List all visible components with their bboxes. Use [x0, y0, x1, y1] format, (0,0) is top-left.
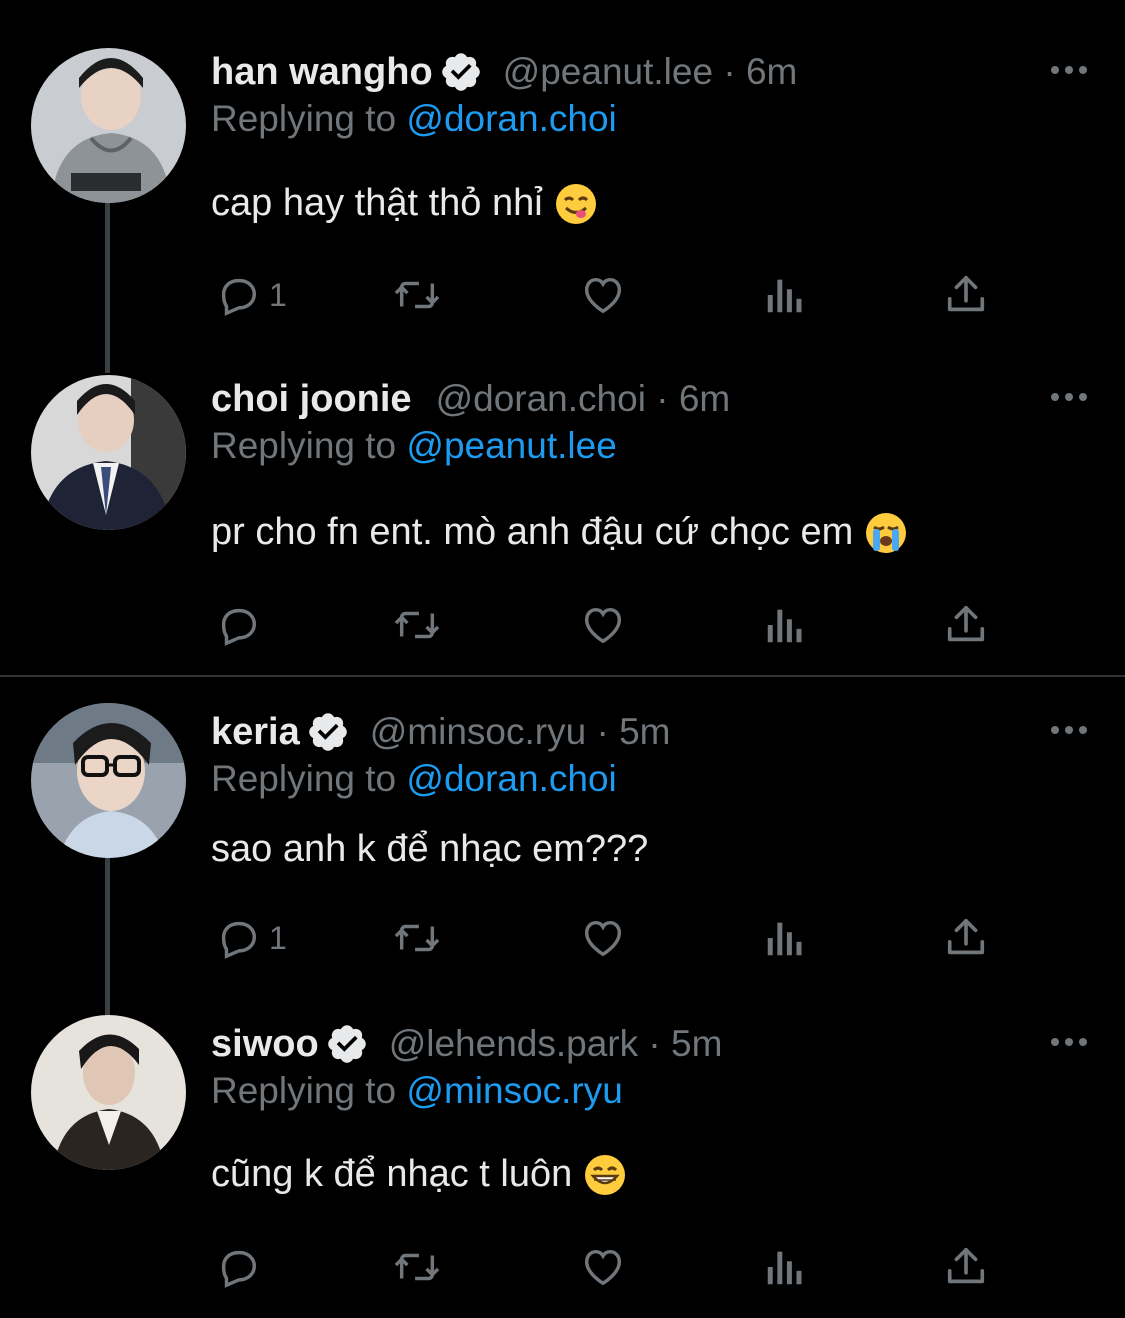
- grinning-face-with-smiling-eyes-icon: [584, 1154, 626, 1196]
- timestamp: 6m: [745, 51, 798, 92]
- action-bar: [211, 1242, 1011, 1292]
- views-icon: [767, 279, 802, 313]
- retweet-icon: [394, 924, 440, 952]
- mention-link[interactable]: @doran.choi: [406, 98, 616, 139]
- more-icon[interactable]: [1049, 58, 1089, 82]
- timestamp: 5m: [671, 1023, 723, 1064]
- reply-button[interactable]: 1: [215, 270, 287, 320]
- heart-icon: [584, 277, 622, 314]
- retweet-button[interactable]: [391, 913, 443, 963]
- verified-badge-icon: [325, 1022, 369, 1066]
- views-icon: [767, 1251, 802, 1285]
- tweet-header: choi joonie @doran.choi · 6m: [211, 375, 730, 423]
- action-bar: [211, 600, 1011, 650]
- share-button[interactable]: [943, 600, 989, 650]
- heart-icon: [584, 607, 622, 644]
- reply-button[interactable]: [215, 1242, 269, 1292]
- share-icon: [947, 918, 985, 955]
- reply-icon: [221, 921, 257, 959]
- retweet-button[interactable]: [391, 600, 443, 650]
- share-button[interactable]: [943, 1242, 989, 1292]
- reply-count: 1: [269, 919, 287, 956]
- avatar[interactable]: [31, 1015, 186, 1170]
- tweet-text: pr cho fn ent. mò anh đậu cứ chọc em: [211, 511, 907, 554]
- verified-badge-icon: [439, 50, 483, 94]
- views-button[interactable]: [763, 270, 807, 320]
- share-button[interactable]: [943, 270, 989, 320]
- share-button[interactable]: [943, 913, 989, 963]
- share-icon: [947, 275, 985, 312]
- timestamp: 6m: [678, 378, 731, 419]
- reply-button[interactable]: [215, 600, 269, 650]
- retweet-button[interactable]: [391, 270, 443, 320]
- retweet-button[interactable]: [391, 1242, 443, 1292]
- replying-to: Replying to @doran.choi: [211, 758, 617, 799]
- reply-count: 1: [269, 276, 287, 313]
- action-bar: 1: [211, 270, 1011, 320]
- thread-line: [105, 858, 110, 1020]
- more-icon[interactable]: [1049, 1030, 1089, 1054]
- tweet-header: siwoo @lehends.park · 5m: [211, 1020, 722, 1068]
- handle[interactable]: @lehends.park · 5m: [389, 1023, 723, 1065]
- handle[interactable]: @peanut.lee · 6m: [503, 51, 798, 93]
- display-name[interactable]: siwoo: [211, 1023, 319, 1066]
- like-button[interactable]: [579, 270, 627, 320]
- thread-line: [105, 203, 110, 373]
- reply-button[interactable]: 1: [215, 913, 287, 963]
- share-icon: [947, 605, 985, 642]
- avatar[interactable]: [31, 703, 186, 858]
- replying-to: Replying to @doran.choi: [211, 98, 617, 139]
- mention-link[interactable]: @doran.choi: [406, 758, 616, 799]
- display-name[interactable]: han wangho: [211, 51, 433, 94]
- tweet-header: keria @minsoc.ryu · 5m: [211, 708, 670, 756]
- handle[interactable]: @minsoc.ryu · 5m: [370, 711, 671, 753]
- loudly-crying-face-icon: [865, 512, 907, 554]
- mention-link[interactable]: @peanut.lee: [406, 425, 616, 466]
- handle[interactable]: @doran.choi · 6m: [436, 378, 731, 420]
- avatar[interactable]: [31, 375, 186, 530]
- tweet-text: cap hay thật thỏ nhỉ: [211, 182, 597, 225]
- display-name[interactable]: choi joonie: [211, 378, 412, 421]
- mention-link[interactable]: @minsoc.ryu: [406, 1070, 622, 1111]
- thread-divider: [0, 675, 1125, 677]
- replying-to: Replying to @peanut.lee: [211, 425, 617, 466]
- views-icon: [767, 922, 802, 956]
- heart-icon: [584, 1249, 622, 1286]
- share-icon: [947, 1247, 985, 1284]
- heart-icon: [584, 920, 622, 957]
- like-button[interactable]: [579, 913, 627, 963]
- views-button[interactable]: [763, 600, 807, 650]
- reply-icon: [221, 278, 257, 316]
- like-button[interactable]: [579, 1242, 627, 1292]
- retweet-icon: [394, 611, 440, 639]
- views-icon: [767, 609, 802, 643]
- reply-icon: [221, 1250, 257, 1288]
- tweet-text: sao anh k để nhạc em???: [211, 828, 649, 870]
- views-button[interactable]: [763, 913, 807, 963]
- reply-icon: [221, 608, 257, 646]
- verified-badge-icon: [306, 710, 350, 754]
- tweet-header: han wangho @peanut.lee · 6m: [211, 48, 797, 96]
- face-savoring-food-icon: [555, 183, 597, 225]
- action-bar: 1: [211, 913, 1011, 963]
- tweet-text: cũng k để nhạc t luôn: [211, 1153, 626, 1196]
- views-button[interactable]: [763, 1242, 807, 1292]
- more-icon[interactable]: [1049, 718, 1089, 742]
- timestamp: 5m: [619, 711, 671, 752]
- retweet-icon: [394, 281, 440, 309]
- display-name[interactable]: keria: [211, 711, 300, 754]
- like-button[interactable]: [579, 600, 627, 650]
- more-icon[interactable]: [1049, 385, 1089, 409]
- avatar[interactable]: [31, 48, 186, 203]
- retweet-icon: [394, 1253, 440, 1281]
- replying-to: Replying to @minsoc.ryu: [211, 1070, 623, 1111]
